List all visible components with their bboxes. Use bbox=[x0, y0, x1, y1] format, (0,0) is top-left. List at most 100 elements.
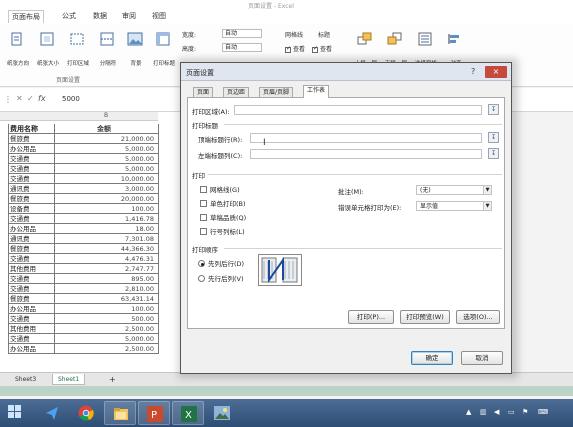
gridlines-checkbox[interactable]: 网格线(G) bbox=[200, 184, 240, 194]
cell-amount[interactable]: 1,416.78 bbox=[54, 214, 156, 224]
table-row[interactable]: 交通费 5,000.00 bbox=[8, 334, 158, 344]
table-row[interactable]: 交通费 500.00 bbox=[8, 314, 158, 324]
cell-amount[interactable]: 2,810.00 bbox=[54, 284, 156, 294]
over-then-down-radio[interactable]: 先行后列(V) bbox=[198, 273, 244, 283]
cell-expense-name[interactable]: 其他费用 bbox=[10, 324, 54, 334]
errors-select[interactable]: 显示值 ▼ bbox=[416, 201, 492, 211]
cell-expense-name[interactable]: 费用名称 bbox=[10, 124, 54, 134]
table-row[interactable]: 交通费 10,000.00 bbox=[8, 174, 158, 184]
table-row[interactable]: 餐旅费 20,000.00 bbox=[8, 194, 158, 204]
top-rows-input[interactable] bbox=[250, 133, 482, 143]
cell-amount[interactable]: 7,301.08 bbox=[54, 234, 156, 244]
cell-expense-name[interactable]: 交通费 bbox=[10, 174, 54, 184]
cell-amount[interactable]: 44,366.30 bbox=[54, 244, 156, 254]
keyboard-icon[interactable]: ⌨ bbox=[538, 408, 548, 416]
cell-expense-name[interactable]: 交通费 bbox=[10, 314, 54, 324]
options-button[interactable]: 选项(O)... bbox=[456, 310, 500, 324]
tab-view[interactable]: 视图 bbox=[152, 11, 166, 21]
cell-expense-name[interactable]: 办公用品 bbox=[10, 344, 54, 354]
left-cols-input[interactable] bbox=[250, 149, 482, 159]
cell-amount[interactable]: 100.00 bbox=[54, 304, 156, 314]
dialog-titlebar[interactable]: 页面设置 ? × bbox=[181, 63, 511, 81]
tab-review[interactable]: 审阅 bbox=[122, 11, 136, 21]
cell-amount[interactable]: 100.00 bbox=[54, 204, 156, 214]
table-row[interactable]: 餐旅费 21,000.00 bbox=[8, 134, 158, 144]
network-icon[interactable]: ▥ bbox=[480, 408, 487, 416]
header-row[interactable]: 费用名称 金额 bbox=[8, 124, 158, 134]
tab-sheet[interactable]: 工作表 bbox=[303, 85, 330, 98]
print-button[interactable]: 打印(P)... bbox=[348, 310, 394, 324]
explorer-icon[interactable] bbox=[104, 401, 136, 425]
cancel-icon[interactable]: ✕ bbox=[16, 94, 23, 103]
cell-amount[interactable]: 5,000.00 bbox=[54, 154, 156, 164]
tab-margins[interactable]: 页边距 bbox=[223, 87, 250, 97]
table-row[interactable]: 办公用品 100.00 bbox=[8, 304, 158, 314]
cell-amount[interactable]: 金额 bbox=[54, 124, 156, 134]
battery-icon[interactable]: ▭ bbox=[508, 408, 515, 416]
cell-expense-name[interactable]: 交通费 bbox=[10, 164, 54, 174]
cell-expense-name[interactable]: 交通费 bbox=[10, 214, 54, 224]
table-row[interactable]: 交通费 5,000.00 bbox=[8, 154, 158, 164]
cell-expense-name[interactable]: 交通费 bbox=[10, 154, 54, 164]
cell-expense-name[interactable]: 餐旅费 bbox=[10, 194, 54, 204]
cell-amount[interactable]: 5,000.00 bbox=[54, 334, 156, 344]
send-arrow-icon[interactable] bbox=[36, 401, 68, 425]
excel-icon[interactable]: X bbox=[172, 401, 204, 425]
comments-select[interactable]: (无) ▼ bbox=[416, 185, 492, 195]
new-sheet-button[interactable]: + bbox=[104, 374, 121, 385]
table-row[interactable]: 设备费 100.00 bbox=[8, 204, 158, 214]
tab-data[interactable]: 数据 bbox=[93, 11, 107, 21]
cell-expense-name[interactable]: 交通费 bbox=[10, 334, 54, 344]
cell-expense-name[interactable]: 餐旅费 bbox=[10, 244, 54, 254]
table-row[interactable]: 交通费 5,000.00 bbox=[8, 164, 158, 174]
cell-expense-name[interactable]: 设备费 bbox=[10, 204, 54, 214]
cell-amount[interactable]: 18.00 bbox=[54, 224, 156, 234]
height-combo[interactable]: 自动 bbox=[222, 43, 262, 52]
ok-button[interactable]: 确定 bbox=[411, 351, 453, 365]
cell-expense-name[interactable]: 餐旅费 bbox=[10, 294, 54, 304]
cell-expense-name[interactable]: 交通费 bbox=[10, 284, 54, 294]
formula-input[interactable]: 5000 bbox=[62, 95, 80, 103]
powerpoint-icon[interactable]: P bbox=[138, 401, 170, 425]
tab-page[interactable]: 页面 bbox=[193, 87, 214, 97]
table-row[interactable]: 通讯费 3,000.00 bbox=[8, 184, 158, 194]
table-row[interactable]: 餐旅费 63,431.14 bbox=[8, 294, 158, 304]
cell-expense-name[interactable]: 交通费 bbox=[10, 274, 54, 284]
cell-expense-name[interactable]: 通讯费 bbox=[10, 184, 54, 194]
volume-icon[interactable]: ◀ bbox=[494, 408, 499, 416]
cell-amount[interactable]: 2,500.00 bbox=[54, 324, 156, 334]
column-header-a[interactable] bbox=[8, 112, 54, 121]
table-row[interactable]: 办公用品 2,500.00 bbox=[8, 344, 158, 354]
column-header-b[interactable]: B bbox=[54, 112, 158, 121]
cell-amount[interactable]: 895.00 bbox=[54, 274, 156, 284]
cell-amount[interactable]: 5,000.00 bbox=[54, 144, 156, 154]
table-row[interactable]: 其他费用 2,500.00 bbox=[8, 324, 158, 334]
table-row[interactable]: 交通费 2,810.00 bbox=[8, 284, 158, 294]
width-combo[interactable]: 自动 bbox=[222, 29, 262, 38]
cell-amount[interactable]: 2,747.77 bbox=[54, 264, 156, 274]
draft-quality-checkbox[interactable]: 草稿品质(Q) bbox=[200, 212, 246, 222]
print-titles-button[interactable]: 打印标题 bbox=[148, 28, 178, 72]
cell-amount[interactable]: 5,000.00 bbox=[54, 164, 156, 174]
range-picker-icon[interactable]: ↧ bbox=[488, 148, 499, 159]
range-picker-icon[interactable]: ↧ bbox=[488, 104, 499, 115]
print-preview-button[interactable]: 打印预览(W) bbox=[400, 310, 450, 324]
cell-amount[interactable]: 20,000.00 bbox=[54, 194, 156, 204]
table-row[interactable]: 办公用品 5,000.00 bbox=[8, 144, 158, 154]
cell-expense-name[interactable]: 办公用品 bbox=[10, 304, 54, 314]
windows-start-icon[interactable] bbox=[0, 401, 32, 425]
cell-expense-name[interactable]: 餐旅费 bbox=[10, 134, 54, 144]
cell-expense-name[interactable]: 办公用品 bbox=[10, 224, 54, 234]
tray-arrow-icon[interactable]: ▲ bbox=[466, 408, 471, 416]
cell-amount[interactable]: 2,500.00 bbox=[54, 344, 156, 354]
cell-expense-name[interactable]: 办公用品 bbox=[10, 144, 54, 154]
table-row[interactable]: 餐旅费 44,366.30 bbox=[8, 244, 158, 254]
print-area-input[interactable] bbox=[234, 105, 482, 115]
orientation-button[interactable]: 纸张方向 bbox=[2, 28, 32, 72]
table-row[interactable]: 交通费 895.00 bbox=[8, 274, 158, 284]
cell-amount[interactable]: 500.00 bbox=[54, 314, 156, 324]
flag-icon[interactable]: ⚑ bbox=[522, 408, 528, 416]
cell-amount[interactable]: 4,476.31 bbox=[54, 254, 156, 264]
down-then-over-radio[interactable]: 先列后行(D) bbox=[198, 258, 244, 268]
headings-view-checkbox[interactable]: 查看 bbox=[312, 44, 332, 53]
